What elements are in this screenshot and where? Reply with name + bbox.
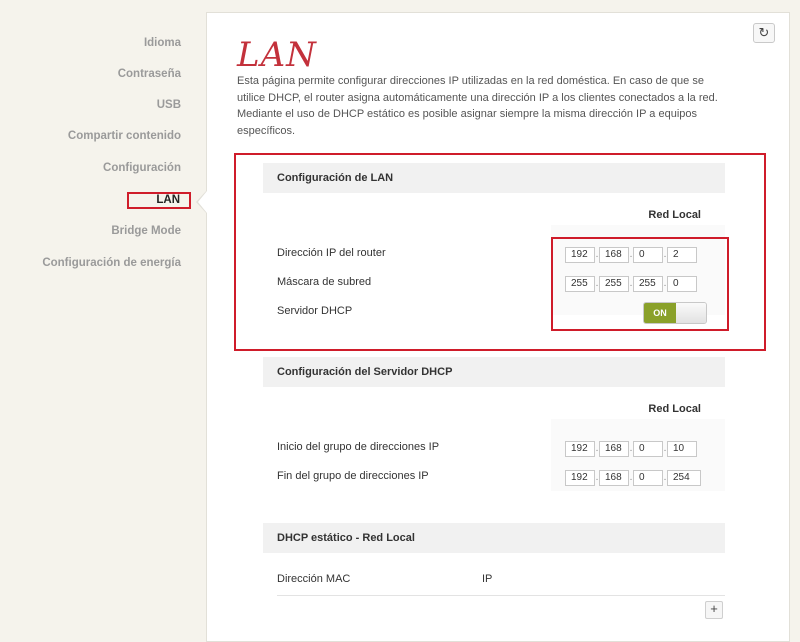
add-static-entry-button[interactable]: + <box>705 601 723 619</box>
pool-end-label: Fin del grupo de direcciones IP <box>277 470 429 482</box>
sidebar-item-compartir-contenido[interactable]: Compartir contenido <box>68 130 181 142</box>
pool-end-input: 192. 168. 0. 254 <box>565 470 701 486</box>
pool-end-octet-2[interactable]: 168 <box>599 470 629 486</box>
divider <box>277 595 725 596</box>
pool-end-octet-4[interactable]: 254 <box>667 470 701 486</box>
sidebar-item-bridge-mode[interactable]: Bridge Mode <box>111 225 181 237</box>
ip-column: IP <box>482 573 493 585</box>
mac-address-column: Dirección MAC <box>277 573 351 585</box>
active-item-highlight <box>127 192 191 209</box>
section-header: DHCP estático - Red Local <box>263 523 725 553</box>
panel-pointer-inner <box>198 191 207 213</box>
section-dhcp-server: Configuración del Servidor DHCP Red Loca… <box>263 357 725 507</box>
pool-end-octet-1[interactable]: 192 <box>565 470 595 486</box>
refresh-button[interactable]: ↻ <box>753 23 775 43</box>
column-label-red-local: Red Local <box>648 403 701 415</box>
pool-start-octet-2[interactable]: 168 <box>599 441 629 457</box>
refresh-icon: ↻ <box>758 25 770 40</box>
sidebar-item-configuracion-energia[interactable]: Configuración de energía <box>42 257 181 269</box>
sidebar: Idioma Contraseña USB Compartir contenid… <box>0 0 196 632</box>
sidebar-item-configuracion[interactable]: Configuración <box>103 162 181 174</box>
pool-end-octet-3[interactable]: 0 <box>633 470 663 486</box>
pool-start-input: 192. 168. 0. 10 <box>565 441 697 457</box>
pool-start-octet-3[interactable]: 0 <box>633 441 663 457</box>
pool-start-octet-4[interactable]: 10 <box>667 441 697 457</box>
page-intro: Esta página permite configurar direccion… <box>237 75 718 137</box>
sidebar-item-contrasena[interactable]: Contraseña <box>118 68 181 80</box>
section-header: Configuración del Servidor DHCP <box>263 357 725 387</box>
pool-start-octet-1[interactable]: 192 <box>565 441 595 457</box>
plus-icon: + <box>710 601 718 616</box>
sidebar-item-idioma[interactable]: Idioma <box>144 37 181 49</box>
section-static-dhcp: DHCP estático - Red Local Dirección MAC … <box>263 523 725 603</box>
sidebar-item-usb[interactable]: USB <box>157 99 181 111</box>
pool-start-label: Inicio del grupo de direcciones IP <box>277 441 440 453</box>
annotation-box-fields <box>551 237 729 331</box>
page-title: LAN <box>237 35 317 75</box>
